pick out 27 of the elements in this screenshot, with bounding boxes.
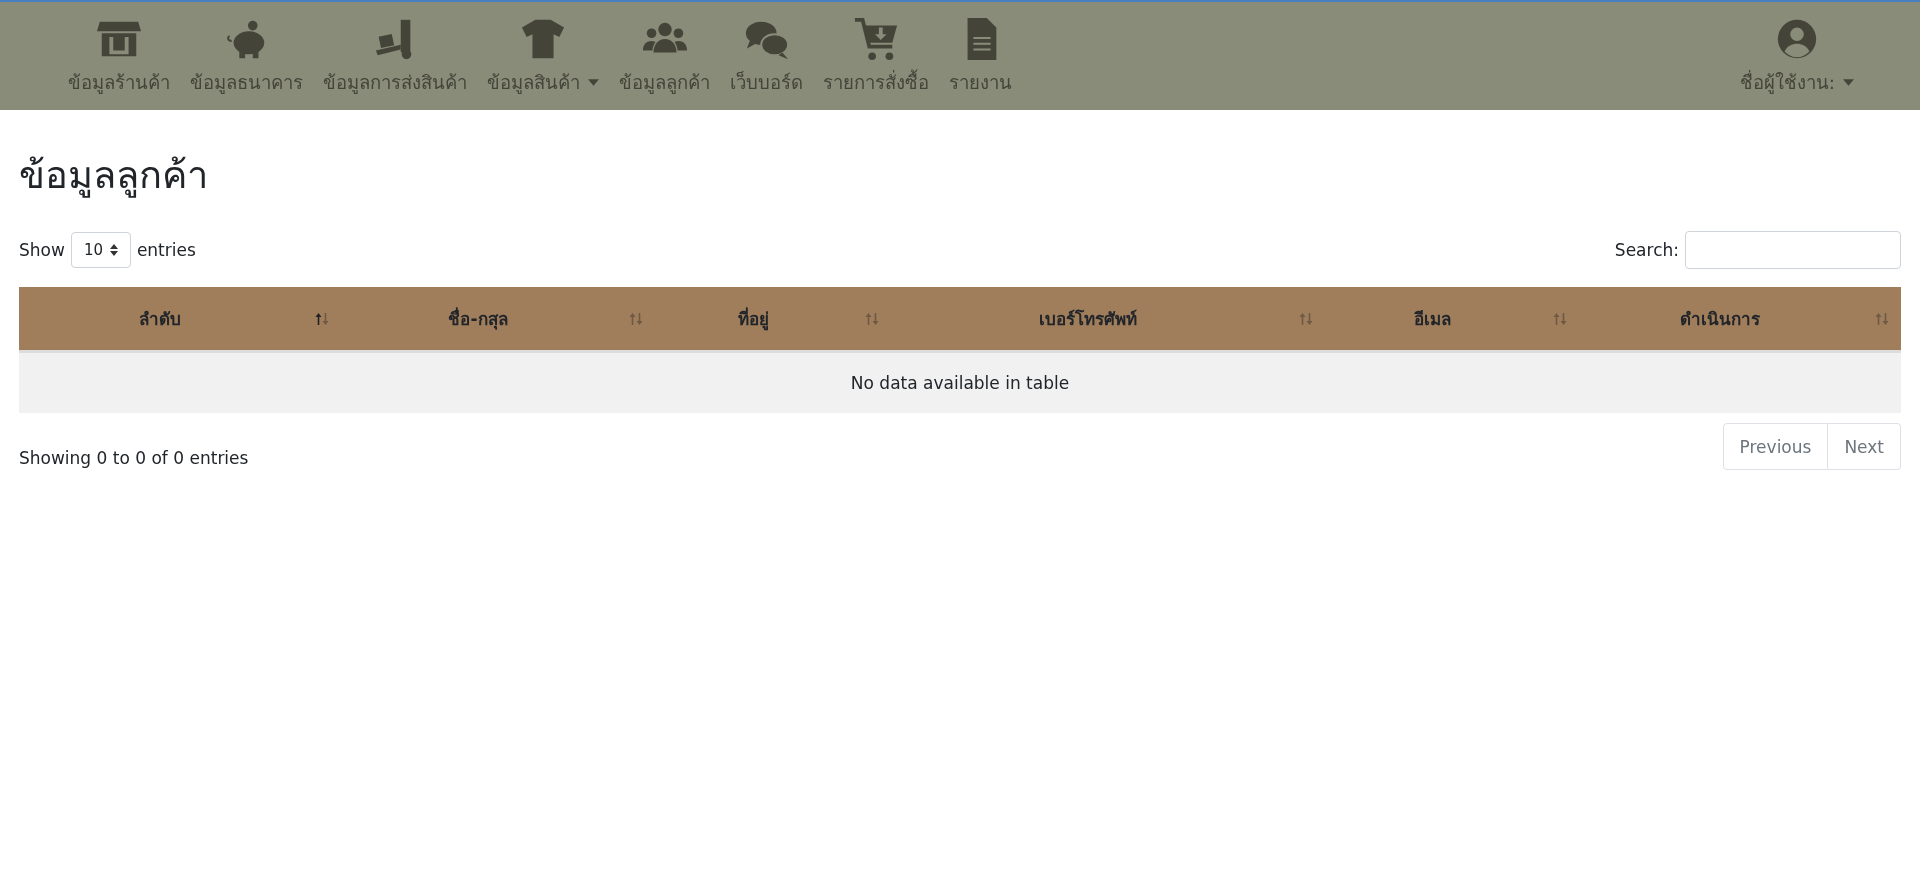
column-header[interactable]: เบอร์โทรศัพท์ [891, 287, 1325, 350]
nav-link[interactable]: ข้อมูลร้านค้า [62, 15, 176, 97]
nav-link[interactable]: ข้อมูลการส่งสินค้า [317, 15, 473, 97]
nav-link[interactable]: รายงาน [943, 15, 1018, 97]
nav-link[interactable]: ข้อมูลธนาคาร [184, 15, 309, 97]
sort-arrows-icon [109, 244, 118, 256]
column-header[interactable]: ลำดับ [19, 287, 341, 350]
cart-download-icon [853, 15, 899, 62]
column-header[interactable]: อีเมล [1325, 287, 1579, 350]
nav-link[interactable]: รายการสั่งซื้อ [817, 15, 935, 97]
search-field[interactable] [1685, 231, 1901, 269]
entries-info: Showing 0 to 0 of 0 entries [19, 447, 249, 468]
page-title: ข้อมูลลูกค้า [19, 152, 209, 200]
nav-link[interactable]: ข้อมูลลูกค้า [613, 15, 716, 97]
entries-select[interactable]: 10 [70, 232, 131, 268]
nav-link[interactable]: เว็บบอร์ด [724, 15, 809, 97]
caret-icon [588, 78, 599, 86]
show-label: Show [19, 240, 65, 260]
column-header[interactable]: ที่อยู่ [655, 287, 891, 350]
column-header[interactable]: ชื่อ-กสุล [341, 287, 655, 350]
search-label: Search: [1614, 240, 1679, 260]
nav-link[interactable]: ข้อมูลสินค้า [481, 15, 605, 97]
column-header[interactable]: ดำเนินการ [1579, 287, 1901, 350]
empty-table-message: No data available in table [19, 353, 1901, 413]
entries-label: entries [136, 240, 196, 260]
user-menu[interactable]: ชื่อผู้ใช้งาน: [1733, 15, 1860, 97]
caret-icon [1843, 78, 1854, 86]
